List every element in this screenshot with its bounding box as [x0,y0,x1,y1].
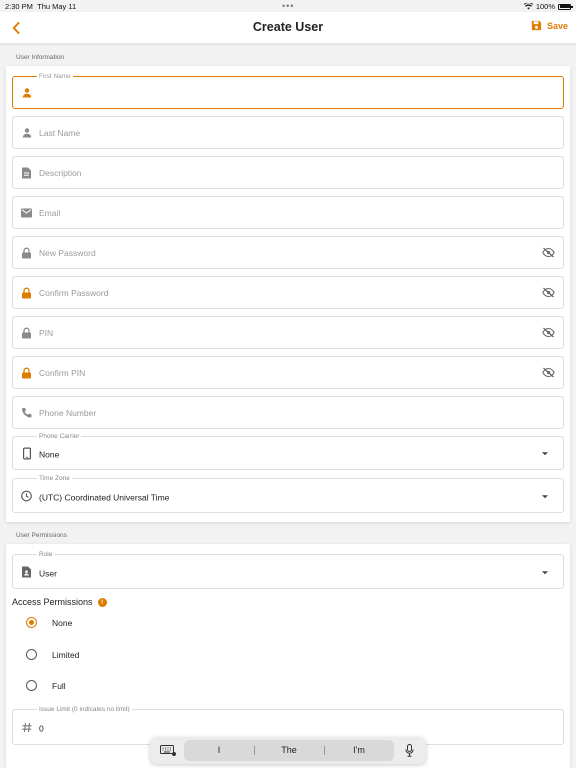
access-permissions-heading: Access Permissions ! [12,597,107,607]
email-placeholder: Email [39,207,61,218]
save-label: Save [546,20,568,31]
issue-limit-label: Issue Limit (0 indicates no limit) [37,706,132,713]
first-name-field[interactable]: First Name [12,73,564,109]
confirm-password-placeholder: Confirm Password [39,287,109,298]
keyboard-suggestion-bar: I The I'm [150,737,426,764]
keyboard-icon[interactable] [160,745,176,756]
mobile-icon [21,447,32,459]
phone-number-placeholder: Phone Number [39,407,97,418]
nav-bar: Create User Save [0,12,576,44]
email-field[interactable]: Email [12,196,564,229]
section-header-user-permissions: User Permissions [16,532,67,539]
page-title: Create User [252,20,324,34]
microphone-icon[interactable] [405,744,414,757]
suggestion-item[interactable]: I [184,740,254,761]
suggestion-pill: I The I'm [184,740,394,761]
radio-option-none[interactable]: None [26,617,72,628]
hash-icon [21,722,32,733]
status-bar: 2:30 PM Thu May 11 ••• 100% [0,0,576,12]
battery-percent: 100% [535,2,555,11]
battery-icon [558,3,573,10]
eye-off-icon[interactable] [542,367,555,378]
multitasking-dots-icon[interactable]: ••• [282,1,294,11]
new-password-placeholder: New Password [39,247,96,258]
pin-field[interactable]: PIN [12,316,564,349]
document-icon [21,167,32,178]
lock-icon [21,287,32,298]
role-label: Role [37,551,55,558]
issue-limit-value: 0 [39,723,44,734]
floppy-disk-icon [531,20,542,31]
time-zone-value: (UTC) Coordinated Universal Time [39,492,170,502]
status-right: 100% [523,2,573,11]
eye-off-icon[interactable] [542,247,555,258]
confirm-pin-placeholder: Confirm PIN [39,367,86,378]
lock-icon [21,247,32,258]
role-value: User [39,568,57,578]
phone-carrier-value: None [39,449,60,460]
radio-checked-icon[interactable] [26,617,37,628]
time-zone-select[interactable]: Time Zone (UTC) Coordinated Universal Ti… [12,475,564,513]
new-password-field[interactable]: New Password [12,236,564,269]
radio-unchecked-icon[interactable] [26,649,37,660]
suggestion-item[interactable]: I'm [324,740,394,761]
suggestion-item[interactable]: The [254,740,324,761]
chevron-down-icon [542,570,548,574]
first-name-label: First Name [37,73,73,80]
lock-icon [21,367,32,378]
access-permissions-title: Access Permissions [12,597,93,607]
phone-carrier-label: Phone Carrier [37,433,82,440]
eye-off-icon[interactable] [542,287,555,298]
info-icon[interactable]: ! [97,597,107,607]
radio-option-full[interactable]: Full [26,680,66,691]
chevron-down-icon [542,494,548,498]
radio-label-limited: Limited [52,649,80,660]
save-button[interactable]: Save [531,20,568,31]
confirm-password-field[interactable]: Confirm Password [12,276,564,309]
radio-label-none: None [52,617,73,628]
role-select[interactable]: Role User [12,551,564,589]
badge-icon [21,566,32,577]
phone-icon [21,407,32,418]
mail-icon [21,207,32,218]
description-placeholder: Description [39,167,82,178]
section-header-user-information: User Information [16,54,65,61]
person-icon [21,127,32,138]
radio-label-full: Full [52,680,66,691]
description-field[interactable]: Description [12,156,564,189]
last-name-placeholder: Last Name [39,127,81,138]
phone-carrier-select[interactable]: Phone Carrier None [12,433,564,470]
radio-unchecked-icon[interactable] [26,680,37,691]
chevron-down-icon [542,452,548,456]
clock-icon [21,490,32,501]
phone-number-field[interactable]: Phone Number [12,396,564,429]
person-icon [21,87,32,98]
eye-off-icon[interactable] [542,327,555,338]
confirm-pin-field[interactable]: Confirm PIN [12,356,564,389]
time-zone-label: Time Zone [37,475,72,482]
lock-icon [21,327,32,338]
radio-option-limited[interactable]: Limited [26,649,79,660]
wifi-icon [523,3,533,10]
last-name-field[interactable]: Last Name [12,116,564,149]
pin-placeholder: PIN [39,327,54,338]
status-time-date: 2:30 PM Thu May 11 [5,2,77,11]
